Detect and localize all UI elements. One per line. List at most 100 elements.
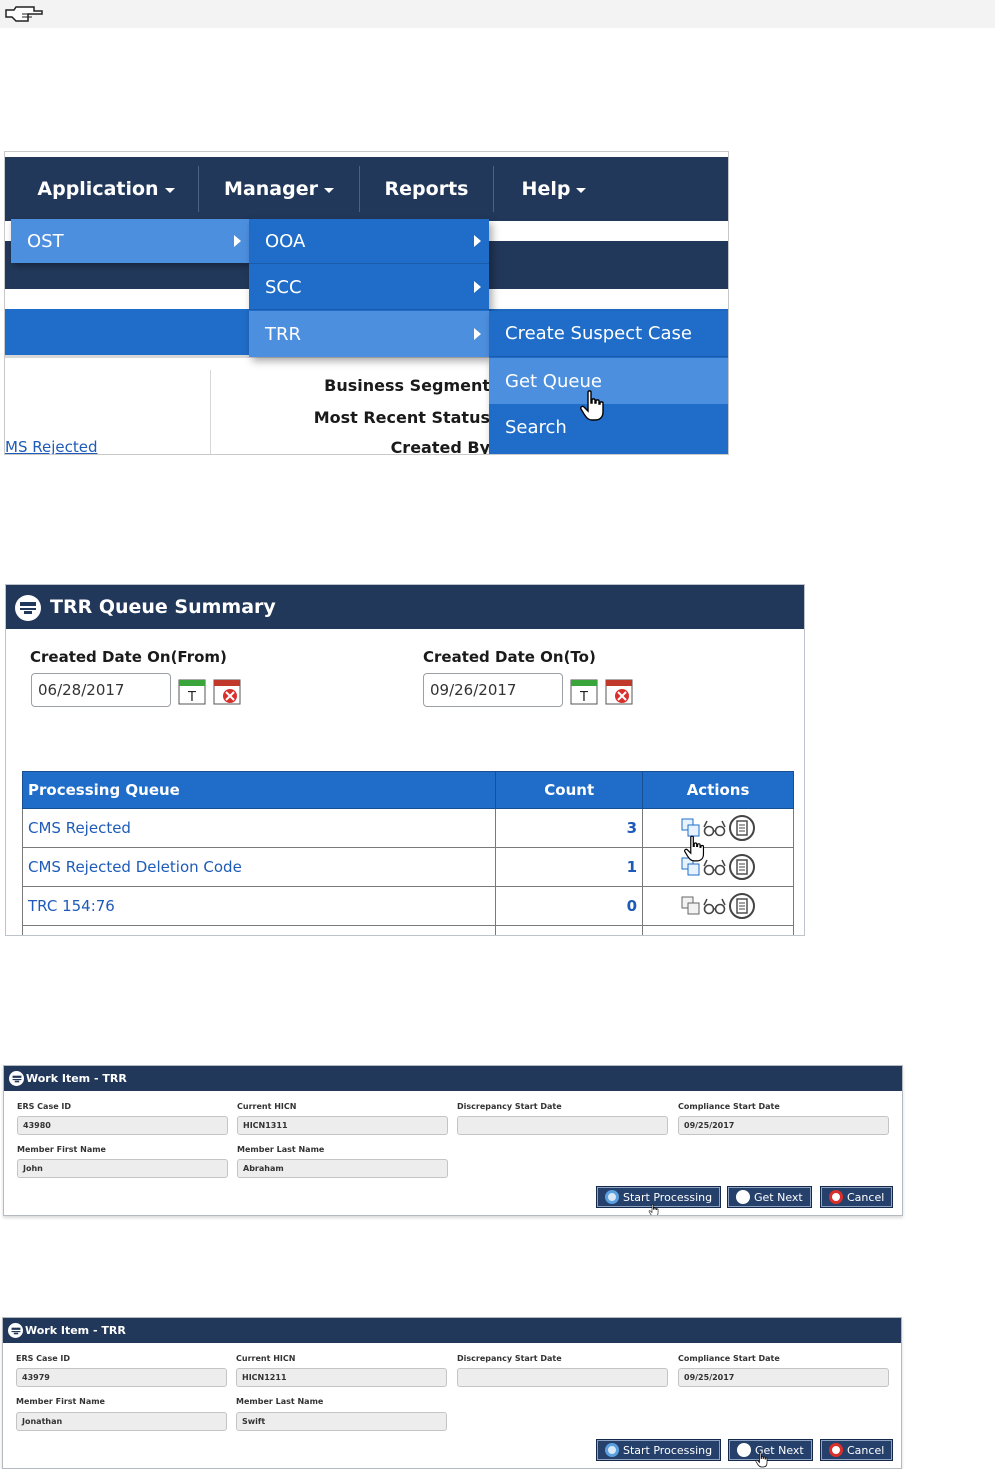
menu-item-trr-label: TRR bbox=[265, 323, 302, 345]
hand-cursor-icon bbox=[684, 835, 705, 862]
column-header-actions: Actions bbox=[642, 771, 794, 809]
cancel-button[interactable]: Cancel bbox=[820, 1186, 894, 1208]
cancel-circle-icon bbox=[829, 1190, 843, 1204]
menu-item-get-queue[interactable]: Get Queue bbox=[489, 358, 728, 404]
cms-rejected-link[interactable]: MS Rejected bbox=[5, 438, 97, 454]
start-processing-label: Start Processing bbox=[623, 1190, 713, 1204]
nav-help-label: Help bbox=[521, 178, 571, 200]
menu-item-scc[interactable]: SCC bbox=[249, 265, 489, 310]
menu-item-search[interactable]: Search bbox=[489, 404, 728, 450]
processing-queue-table: Processing Queue Count Actions CMS Rejec… bbox=[21, 771, 794, 935]
next-circle-icon bbox=[736, 1190, 750, 1204]
svg-text:T: T bbox=[187, 690, 196, 705]
nav-manager[interactable]: Manager bbox=[199, 157, 359, 221]
ers-case-id-field[interactable]: 43980 bbox=[17, 1116, 228, 1135]
created-from-label: Created Date On(From) bbox=[30, 648, 227, 666]
table-header-row: Processing Queue Count Actions bbox=[21, 771, 794, 809]
document-icon[interactable] bbox=[728, 892, 756, 920]
most-recent-status-label: Most Recent Status bbox=[313, 408, 490, 427]
get-next-button[interactable]: Get Next bbox=[728, 1439, 813, 1461]
queue-count[interactable]: 1 bbox=[495, 847, 644, 887]
hand-cursor-icon bbox=[755, 1452, 768, 1468]
row-actions bbox=[642, 808, 794, 848]
calendar-clear-icon[interactable] bbox=[605, 677, 633, 705]
navigation-menu-panel: Application Manager Reports Help Busines… bbox=[4, 151, 729, 455]
work-item-title: Work Item - TRR bbox=[25, 1324, 126, 1337]
column-header-count: Count bbox=[495, 771, 644, 809]
calendar-today-icon[interactable]: T bbox=[570, 677, 598, 705]
cancel-label: Cancel bbox=[847, 1443, 885, 1457]
note-bar bbox=[0, 0, 995, 28]
member-first-name-field[interactable]: Jonathan bbox=[16, 1412, 227, 1431]
ers-case-id-field[interactable]: 43979 bbox=[16, 1368, 227, 1387]
glasses-icon[interactable] bbox=[703, 819, 727, 837]
member-last-name-field[interactable]: Abraham bbox=[237, 1159, 448, 1178]
queue-name-link[interactable]: TRC 154:76 bbox=[21, 886, 497, 926]
menu-item-ost[interactable]: OST bbox=[11, 219, 249, 263]
queue-name-link[interactable]: CMS Rejected Deletion Code bbox=[21, 847, 497, 887]
chevron-right-icon bbox=[474, 281, 481, 293]
created-to-input[interactable] bbox=[423, 673, 563, 707]
svg-text:T: T bbox=[579, 690, 588, 705]
copy-icon[interactable] bbox=[680, 895, 702, 917]
table-row: CMS Rejected Deletion Code 1 bbox=[21, 847, 794, 887]
chevron-down-icon bbox=[164, 188, 175, 193]
member-last-name-field[interactable]: Swift bbox=[236, 1412, 447, 1431]
work-item-title: Work Item - TRR bbox=[26, 1072, 127, 1085]
get-next-button[interactable]: Get Next bbox=[727, 1186, 812, 1208]
current-hicn-field[interactable]: HICN1311 bbox=[237, 1116, 448, 1135]
compliance-start-date-field[interactable]: 09/25/2017 bbox=[678, 1368, 889, 1387]
pointing-hand-icon bbox=[5, 6, 43, 22]
table-row: TRC 154:76 0 bbox=[21, 886, 794, 926]
queue-count[interactable]: 3 bbox=[495, 808, 644, 848]
menu-item-create-suspect-case[interactable]: Create Suspect Case bbox=[489, 311, 728, 357]
compliance-start-date-field[interactable]: 09/25/2017 bbox=[678, 1116, 889, 1135]
nav-help[interactable]: Help bbox=[494, 157, 614, 221]
member-last-name-label: Member Last Name bbox=[237, 1145, 325, 1154]
ers-case-id-label: ERS Case ID bbox=[17, 1102, 72, 1111]
glasses-icon[interactable] bbox=[703, 858, 727, 876]
work-item-panel-2: Work Item - TRR ERS Case ID 43979 Curren… bbox=[2, 1317, 902, 1469]
compliance-start-date-label: Compliance Start Date bbox=[678, 1102, 780, 1111]
nav-application[interactable]: Application bbox=[11, 157, 201, 221]
discrepancy-start-date-field[interactable] bbox=[457, 1368, 668, 1387]
created-from-input[interactable] bbox=[31, 673, 171, 707]
queue-summary-header: TRR Queue Summary bbox=[6, 585, 804, 629]
cancel-button[interactable]: Cancel bbox=[820, 1439, 894, 1461]
business-segment-label: Business Segment bbox=[324, 376, 490, 395]
start-processing-button[interactable]: Start Processing bbox=[596, 1439, 722, 1461]
nav-manager-label: Manager bbox=[224, 178, 318, 200]
menu-item-ooa[interactable]: OOA bbox=[249, 219, 489, 264]
calendar-today-icon[interactable]: T bbox=[178, 677, 206, 705]
document-icon[interactable] bbox=[728, 814, 756, 842]
work-item-icon bbox=[8, 1323, 23, 1338]
chevron-down-icon bbox=[576, 188, 587, 193]
discrepancy-start-date-field[interactable] bbox=[457, 1116, 668, 1135]
column-header-processing-queue: Processing Queue bbox=[21, 771, 497, 809]
queue-name-link[interactable]: CMS Rejected bbox=[21, 808, 497, 848]
discrepancy-start-date-label: Discrepancy Start Date bbox=[457, 1102, 562, 1111]
work-item-header: Work Item - TRR bbox=[3, 1318, 901, 1343]
trr-queue-summary-panel: TRR Queue Summary Created Date On(From) … bbox=[5, 584, 805, 936]
calendar-clear-icon[interactable] bbox=[213, 677, 241, 705]
glasses-icon[interactable] bbox=[703, 897, 727, 915]
hand-cursor-icon bbox=[648, 1204, 659, 1215]
nav-reports[interactable]: Reports bbox=[360, 157, 493, 221]
row-actions bbox=[642, 886, 794, 926]
created-to-label: Created Date On(To) bbox=[423, 648, 596, 666]
member-last-name-label: Member Last Name bbox=[236, 1397, 324, 1406]
get-next-label: Get Next bbox=[754, 1190, 803, 1204]
start-processing-label: Start Processing bbox=[623, 1443, 713, 1457]
menu-item-ooa-label: OOA bbox=[265, 230, 306, 252]
chevron-right-icon bbox=[234, 235, 241, 247]
current-hicn-field[interactable]: HICN1211 bbox=[236, 1368, 447, 1387]
cancel-label: Cancel bbox=[847, 1190, 885, 1204]
current-hicn-label: Current HICN bbox=[237, 1102, 297, 1111]
created-by-label: Created By bbox=[390, 438, 490, 455]
document-icon[interactable] bbox=[728, 853, 756, 881]
next-circle-icon bbox=[737, 1443, 751, 1457]
queue-count[interactable]: 0 bbox=[495, 886, 644, 926]
menu-item-trr[interactable]: TRR bbox=[249, 311, 489, 357]
play-circle-icon bbox=[605, 1443, 619, 1457]
member-first-name-field[interactable]: John bbox=[17, 1159, 228, 1178]
